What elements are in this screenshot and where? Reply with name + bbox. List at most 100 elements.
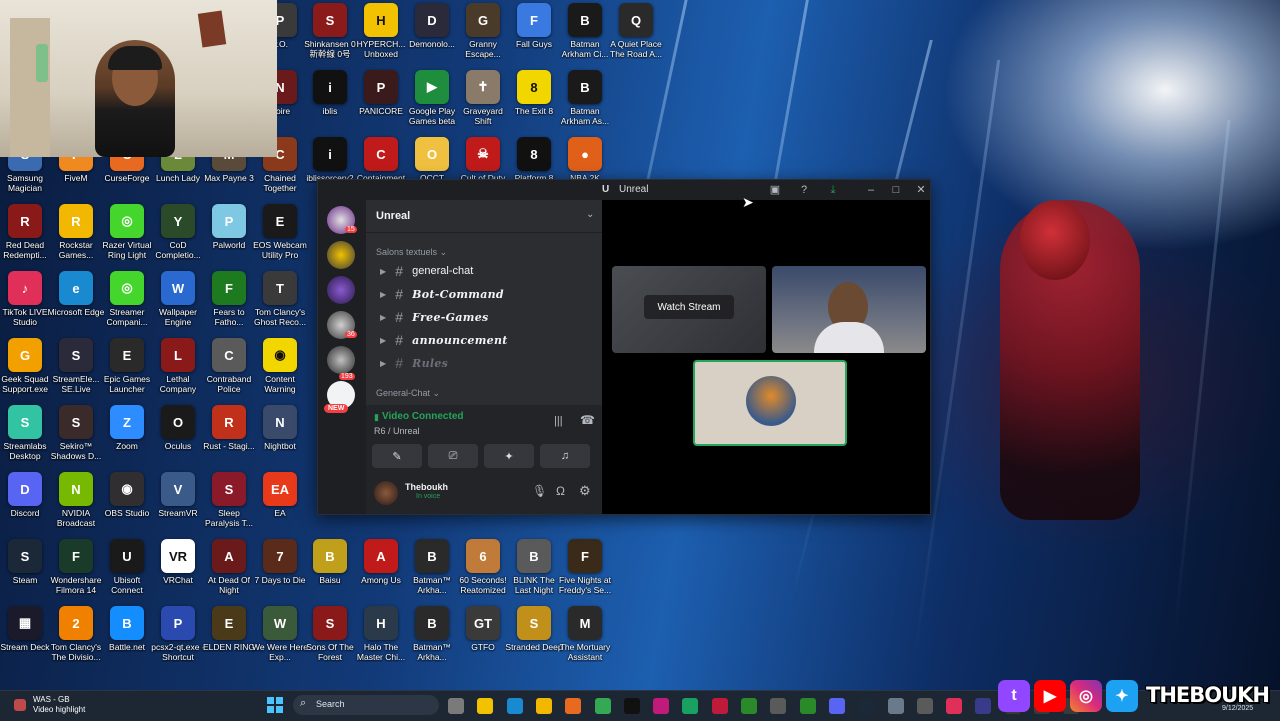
desktop-icon[interactable]: P Palworld xyxy=(200,204,258,270)
help-icon[interactable]: ? xyxy=(797,183,811,197)
taskbar-app-icon[interactable] xyxy=(799,698,816,714)
desktop-icon[interactable]: B Baisu xyxy=(301,539,359,605)
desktop-icon[interactable]: i iblis xyxy=(301,70,359,136)
taskbar-app-icon[interactable] xyxy=(741,698,757,714)
soundboard-button[interactable]: ♫ xyxy=(540,444,590,468)
taskbar-app-icon[interactable] xyxy=(975,698,992,714)
desktop-icon[interactable]: S Steam xyxy=(0,539,54,605)
desktop-icon[interactable]: H Halo The Master Chi... xyxy=(352,606,410,672)
desktop-icon[interactable]: S Sekiro™ Shadows D... xyxy=(47,405,105,471)
activity-button[interactable]: ✦ xyxy=(484,444,534,468)
server-icon[interactable] xyxy=(327,276,355,304)
desktop-icon[interactable]: E ELDEN RING xyxy=(200,606,258,672)
channel-general-chat[interactable]: ▶ # general-chat xyxy=(380,261,473,281)
category-voice[interactable]: General-Chat ⌄ xyxy=(376,388,440,399)
download-icon[interactable]: ⤓ xyxy=(826,183,840,197)
desktop-icon[interactable]: F Fall Guys xyxy=(505,3,563,69)
noise-suppression-icon[interactable]: ||| xyxy=(554,415,563,427)
discord-window[interactable]: U Unreal ▣ ? ⤓ – □ ✕ 15 36 193 NEW Unrea… xyxy=(317,179,931,515)
server-icon[interactable] xyxy=(327,241,355,269)
channel-free-games[interactable]: ▶ # Free-Games xyxy=(380,307,488,327)
desktop-icon[interactable]: B Batman Arkham As... xyxy=(556,70,614,136)
desktop-icon[interactable]: H HYPERCH... Unboxed xyxy=(352,3,410,69)
desktop-icon[interactable]: G Geek Squad Support.exe xyxy=(0,338,54,404)
desktop-icon[interactable]: ◉ OBS Studio xyxy=(98,472,156,538)
desktop-icon[interactable]: B Batman™ Arkha... xyxy=(403,606,461,672)
desktop-icon[interactable]: ◉ Content Warning xyxy=(251,338,309,404)
desktop-icon[interactable]: F Fears to Fatho... xyxy=(200,271,258,337)
settings-gear-icon[interactable]: ⚙ xyxy=(579,483,591,499)
desktop-icon[interactable]: S Sons Of The Forest xyxy=(301,606,359,672)
desktop-icon[interactable]: B BLINK The Last Night xyxy=(505,539,563,605)
channel-bot-command[interactable]: ▶ # Bot-Command xyxy=(380,284,504,304)
desktop-icon[interactable]: R Red Dead Redempti... xyxy=(0,204,54,270)
desktop-icon[interactable]: GT GTFO xyxy=(454,606,512,672)
taskbar-app-icon[interactable] xyxy=(565,698,582,714)
desktop-icon[interactable]: P PANICORE xyxy=(352,70,410,136)
desktop-icon[interactable]: N Nightbot xyxy=(251,405,309,471)
channel-announcement[interactable]: ▶ # announcement xyxy=(380,330,508,350)
avatar[interactable] xyxy=(374,481,398,505)
server-header[interactable]: Unreal ⌄ xyxy=(366,200,602,233)
maximize-icon[interactable]: □ xyxy=(889,183,903,197)
desktop-icon[interactable]: S Streamlabs Desktop xyxy=(0,405,54,471)
desktop-icon[interactable]: Z Zoom xyxy=(98,405,156,471)
desktop-icon[interactable]: O Oculus xyxy=(149,405,207,471)
desktop-icon[interactable]: R Rust - Stagi... xyxy=(200,405,258,471)
camera-off-button[interactable]: ✎ xyxy=(372,444,422,468)
desktop-icon[interactable]: L Lethal Company xyxy=(149,338,207,404)
stream-tile[interactable]: Watch Stream xyxy=(612,266,766,353)
taskbar-app-icon[interactable] xyxy=(623,698,640,714)
desktop-icon[interactable]: A Among Us xyxy=(352,539,410,605)
desktop-icon[interactable]: U Ubisoft Connect xyxy=(98,539,156,605)
desktop-icon[interactable]: Y CoD Completio... xyxy=(149,204,207,270)
taskbar-app-icon[interactable] xyxy=(594,698,611,714)
screen-share-button[interactable]: ⎚ xyxy=(428,444,478,468)
watch-stream-button[interactable]: Watch Stream xyxy=(644,295,734,319)
desktop-icon[interactable]: QA Quiet Place The Road A... xyxy=(607,3,665,69)
desktop-icon[interactable]: EA EA xyxy=(251,472,309,538)
taskbar-app-icon[interactable] xyxy=(770,698,787,714)
mic-icon[interactable]: 🎙︎ xyxy=(532,484,547,498)
desktop-icon[interactable]: Ppcsx2-qt.exe - Shortcut xyxy=(149,606,207,672)
desktop-icon[interactable]: S Shinkansen 0 新幹線 0号 xyxy=(301,3,359,69)
taskbar-app-icon[interactable] xyxy=(477,698,494,714)
desktop-icon[interactable]: F Five Nights at Freddy's Se... xyxy=(556,539,614,605)
desktop-icon[interactable]: S Sleep Paralysis T... xyxy=(200,472,258,538)
camera-tile[interactable] xyxy=(772,266,926,353)
user-tile[interactable] xyxy=(693,360,847,446)
desktop-icon[interactable]: ◎ Streamer Compani... xyxy=(98,271,156,337)
taskbar-app-icon[interactable] xyxy=(535,698,552,714)
disconnect-icon[interactable]: ☎ xyxy=(580,413,595,427)
desktop-icon[interactable]: N NVIDIA Broadcast xyxy=(47,472,105,538)
desktop-icon[interactable]: 6 60 Seconds! Reatomized xyxy=(454,539,512,605)
desktop-icon[interactable]: VR VRChat xyxy=(149,539,207,605)
taskbar-search[interactable]: ⌕ Search xyxy=(293,695,439,715)
desktop-icon[interactable]: ◎ Razer Virtual Ring Light xyxy=(98,204,156,270)
desktop-icon[interactable]: R Rockstar Games... xyxy=(47,204,105,270)
desktop-icon[interactable]: G Granny Escape... xyxy=(454,3,512,69)
desktop-icon[interactable]: D Demonolo... xyxy=(403,3,461,69)
desktop-icon[interactable]: W Wallpaper Engine xyxy=(149,271,207,337)
desktop-icon[interactable]: S Stranded Deep xyxy=(505,606,563,672)
desktop-icon[interactable]: M The Mortuary Assistant xyxy=(556,606,614,672)
desktop-icon[interactable]: B Batman Arkham Ci... xyxy=(556,3,614,69)
channel-rules[interactable]: ▶ # Rules xyxy=(380,353,448,373)
desktop-icon[interactable]: ✝ Graveyard Shift xyxy=(454,70,512,136)
taskbar-app-icon[interactable] xyxy=(653,698,670,714)
category-text-channels[interactable]: Salons textuels ⌄ xyxy=(376,247,447,258)
desktop-icon[interactable]: T Tom Clancy's Ghost Reco... xyxy=(251,271,309,337)
desktop-icon[interactable]: B Batman™ Arkha... xyxy=(403,539,461,605)
window-titlebar[interactable]: U Unreal ▣ ? ⤓ – □ ✕ xyxy=(318,180,930,200)
desktop-icon[interactable]: e Microsoft Edge xyxy=(47,271,105,337)
taskbar-app-icon[interactable] xyxy=(711,698,728,714)
desktop-icon[interactable]: F Wondershare Filmora 14 xyxy=(47,539,105,605)
desktop-icon[interactable]: 2 Tom Clancy's The Divisio... xyxy=(47,606,105,672)
start-windows-icon[interactable] xyxy=(267,697,283,713)
desktop-icon[interactable]: ▶ Google Play Games beta xyxy=(403,70,461,136)
voice-location[interactable]: R6 / Unreal xyxy=(374,426,420,436)
desktop-icon[interactable]: C Contraband Police xyxy=(200,338,258,404)
desktop-icon[interactable]: A At Dead Of Night xyxy=(200,539,258,605)
desktop-icon[interactable]: D Discord xyxy=(0,472,54,538)
minimize-icon[interactable]: – xyxy=(864,183,878,197)
